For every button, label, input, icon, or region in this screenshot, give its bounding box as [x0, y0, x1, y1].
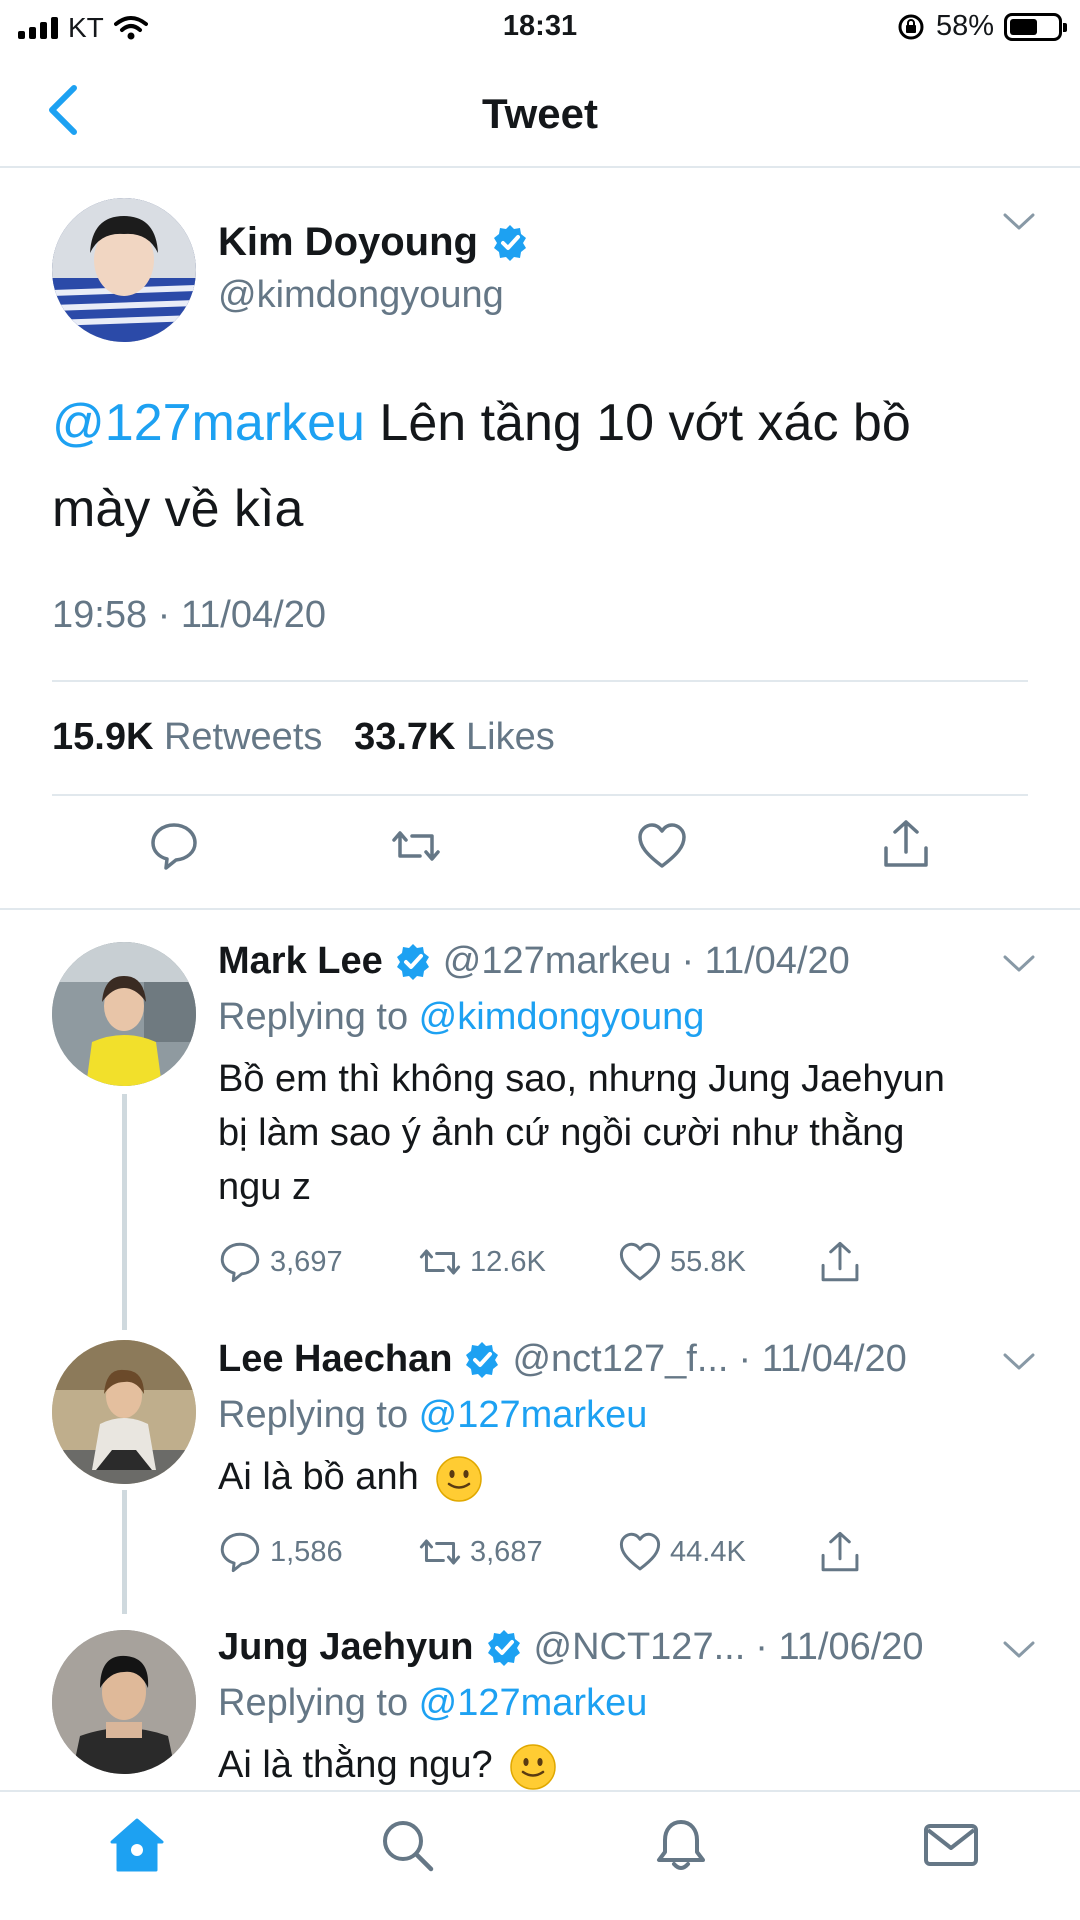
avatar[interactable]	[52, 1630, 196, 1774]
avatar[interactable]	[52, 198, 196, 342]
status-bar: KT 18:31 58%	[0, 0, 1080, 56]
reply-author-name[interactable]: Mark Lee	[218, 940, 383, 983]
mention-link[interactable]: @127markeu	[52, 394, 365, 452]
author-handle[interactable]: @kimdongyoung	[218, 274, 504, 317]
like-button[interactable]: 55.8K	[618, 1240, 818, 1284]
mention-link[interactable]: @127markeu	[419, 1682, 648, 1724]
nav-bar: Tweet	[0, 56, 1080, 168]
like-icon[interactable]	[636, 820, 688, 872]
chevron-down-icon[interactable]	[1002, 1640, 1036, 1660]
like-icon	[619, 1242, 661, 1281]
replying-to: Replying to @127markeu	[218, 1394, 648, 1436]
slightly-smiling-face-icon	[510, 1744, 556, 1790]
retweets-stat[interactable]: 15.9K Retweets	[52, 716, 322, 758]
reply-author-name[interactable]: Lee Haechan	[218, 1338, 452, 1381]
retweet-button[interactable]: 12.6K	[418, 1240, 618, 1284]
mail-icon[interactable]	[922, 1816, 980, 1874]
reply-date: · 11/04/20	[738, 1338, 907, 1380]
reply-author-name[interactable]: Jung Jaehyun	[218, 1626, 474, 1669]
thread-connector	[122, 1094, 127, 1330]
share-icon[interactable]	[880, 818, 932, 870]
reply-text: Ai là thằng ngu?	[218, 1738, 1038, 1792]
reply-handle[interactable]: @nct127_f...	[512, 1338, 728, 1381]
verified-badge-icon	[466, 1341, 499, 1378]
page-title: Tweet	[482, 90, 598, 137]
search-icon[interactable]	[378, 1816, 436, 1874]
verified-badge-icon	[493, 224, 526, 261]
tweet-timestamp: 19:58 · 11/04/20	[52, 594, 326, 636]
tab-bar	[0, 1790, 1080, 1920]
slightly-smiling-face-icon	[436, 1456, 483, 1502]
divider	[52, 794, 1028, 796]
reply-text: Bồ em thì không sao, nhưng Jung Jaehyun …	[218, 1058, 945, 1208]
retweet-button[interactable]: 3,687	[418, 1530, 618, 1574]
reply-text: Ai là bồ anh	[218, 1450, 1038, 1504]
tweet-text: @127markeu Lên tầng 10 vớt xác bồ mày về…	[52, 380, 1012, 552]
retweet-icon	[419, 1249, 461, 1275]
tweet-stats: 15.9K Retweets 33.7K Likes	[52, 716, 555, 759]
bell-icon[interactable]	[652, 1816, 710, 1874]
reply-icon[interactable]	[148, 820, 200, 872]
reply-actions: 3,697 12.6K 55.8K	[218, 1240, 1018, 1284]
mention-link[interactable]: @127markeu	[419, 1394, 648, 1436]
reply-icon	[220, 1532, 260, 1573]
share-icon	[821, 1531, 859, 1572]
avatar[interactable]	[52, 942, 196, 1086]
author-name-row[interactable]: Kim Doyoung	[218, 220, 530, 265]
tweet-text-line2: mày về kìa	[52, 480, 304, 538]
reply-button[interactable]: 3,697	[218, 1240, 418, 1284]
chevron-down-icon[interactable]	[1002, 212, 1036, 232]
reply-date: · 11/06/20	[755, 1626, 924, 1668]
home-icon[interactable]	[108, 1816, 166, 1874]
mention-link[interactable]: @kimdongyoung	[419, 996, 705, 1038]
like-icon	[619, 1532, 661, 1571]
avatar[interactable]	[52, 1340, 196, 1484]
chevron-down-icon[interactable]	[1002, 954, 1036, 974]
tweet-text-line1: Lên tầng 10 vớt xác bồ	[364, 394, 911, 452]
reply-button[interactable]: 1,586	[218, 1530, 418, 1574]
orientation-lock-icon	[898, 14, 924, 39]
retweet-icon	[419, 1539, 461, 1565]
chevron-down-icon[interactable]	[1002, 1352, 1036, 1372]
reply-icon	[220, 1242, 260, 1283]
replying-to: Replying to @127markeu	[218, 1682, 648, 1724]
author-name[interactable]: Kim Doyoung	[218, 220, 478, 265]
reply-handle[interactable]: @NCT127...	[534, 1626, 746, 1669]
battery-percent: 58%	[935, 10, 994, 42]
battery-icon	[1004, 12, 1067, 41]
share-button[interactable]	[818, 1240, 1018, 1284]
likes-stat[interactable]: 33.7K Likes	[354, 716, 555, 758]
divider	[0, 908, 1080, 910]
divider	[52, 680, 1028, 682]
verified-badge-icon	[487, 1629, 520, 1666]
verified-badge-icon	[396, 943, 429, 980]
tweet-actions	[0, 808, 1080, 888]
share-button[interactable]	[818, 1530, 1018, 1574]
share-icon	[821, 1241, 859, 1282]
reply-handle[interactable]: @127markeu	[443, 940, 672, 983]
retweet-icon[interactable]	[390, 820, 442, 872]
like-button[interactable]: 44.4K	[618, 1530, 818, 1574]
replying-to: Replying to @kimdongyoung	[218, 996, 705, 1038]
thread-connector	[122, 1490, 127, 1614]
reply-actions: 1,586 3,687 44.4K	[218, 1530, 1018, 1574]
reply-date: · 11/04/20	[681, 940, 850, 982]
